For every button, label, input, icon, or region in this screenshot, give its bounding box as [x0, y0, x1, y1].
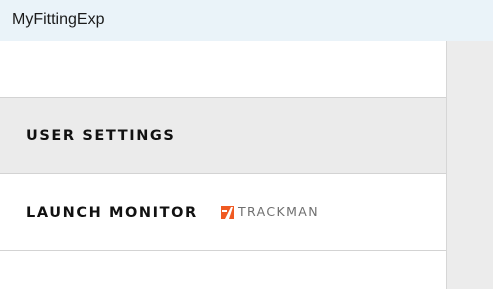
app-window: MyFittingExp USER SETTINGS LAUNCH MONITO…	[0, 0, 493, 289]
side-panel	[446, 41, 493, 289]
launch-monitor-item[interactable]: LAUNCH MONITOR TRACKMAN	[0, 174, 446, 251]
title-bar: MyFittingExp	[0, 0, 493, 41]
window-title: MyFittingExp	[12, 11, 105, 28]
trackman-brand: TRACKMAN	[221, 205, 319, 219]
user-settings-label: USER SETTINGS	[26, 128, 176, 144]
settings-list: USER SETTINGS LAUNCH MONITOR TRACKMAN	[0, 41, 446, 289]
launch-monitor-label: LAUNCH MONITOR	[26, 205, 198, 221]
user-settings-item[interactable]: USER SETTINGS	[0, 98, 446, 174]
trackman-logo-icon	[221, 205, 234, 219]
trackman-brand-text: TRACKMAN	[238, 204, 319, 219]
list-spacer	[0, 41, 446, 98]
